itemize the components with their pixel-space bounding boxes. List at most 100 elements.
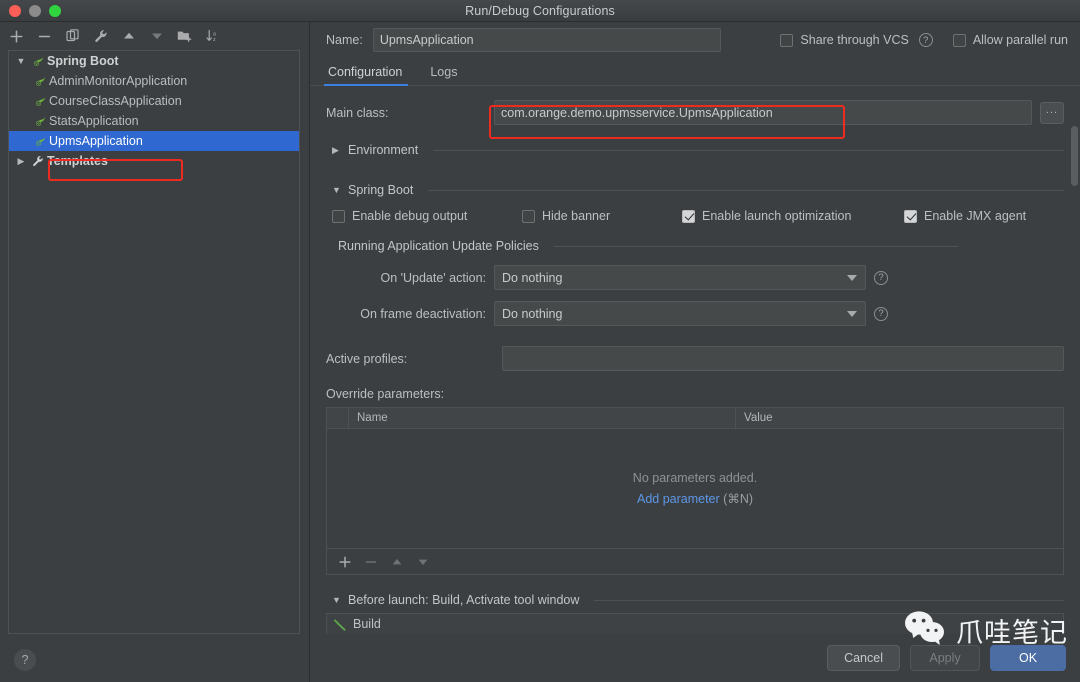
build-hammer-icon: [333, 618, 346, 631]
title-bar: Run/Debug Configurations: [0, 0, 1080, 22]
checkbox-box[interactable]: [682, 209, 695, 223]
remove-configuration-button[interactable]: [36, 28, 53, 45]
column-header-name[interactable]: Name: [349, 408, 736, 428]
spring-boot-icon: [31, 75, 49, 88]
add-parameter-link[interactable]: Add parameter: [637, 492, 720, 506]
add-parameter-button[interactable]: [339, 555, 351, 568]
hide-banner-label: Hide banner: [542, 209, 611, 223]
tree-item-adminmonitorapplication[interactable]: AdminMonitorApplication: [9, 71, 299, 91]
name-label: Name:: [326, 33, 363, 47]
copy-configuration-button[interactable]: [64, 28, 81, 45]
ok-button[interactable]: OK: [990, 645, 1066, 671]
content-scrollbar[interactable]: [1071, 118, 1078, 626]
wrench-icon[interactable]: [92, 28, 109, 45]
on-update-action-select[interactable]: Do nothing: [494, 265, 866, 290]
tree-item-statsapplication[interactable]: StatsApplication: [9, 111, 299, 131]
share-through-vcs-checkbox[interactable]: Share through VCS: [780, 33, 909, 47]
checkbox-box[interactable]: [904, 209, 917, 223]
chevron-down-icon[interactable]: [847, 274, 857, 281]
environment-section[interactable]: ▶ Environment: [326, 143, 1064, 157]
main-class-input[interactable]: com.orange.demo.upmsservice.UpmsApplicat…: [494, 100, 1032, 125]
wrench-icon: [29, 155, 47, 167]
spring-boot-section-label: Spring Boot: [348, 183, 414, 197]
override-parameters-label: Override parameters:: [326, 387, 445, 401]
add-parameter-shortcut: (⌘N): [723, 492, 754, 506]
spring-boot-options-row: Enable debug output Hide banner Enable l…: [326, 209, 1064, 223]
update-policies-section: Running Application Update Policies: [326, 239, 1064, 253]
before-launch-section[interactable]: ▼ Before launch: Build, Activate tool wi…: [326, 593, 1064, 607]
separator: [433, 149, 1064, 151]
on-frame-deactivation-row: On frame deactivation: Do nothing ?: [326, 301, 1064, 326]
update-policies-label: Running Application Update Policies: [338, 239, 539, 253]
main-class-browse-button[interactable]: ...: [1040, 101, 1064, 124]
chevron-down-icon[interactable]: ▼: [332, 185, 341, 195]
separator: [428, 189, 1064, 191]
on-frame-deactivation-help-icon[interactable]: ?: [874, 306, 888, 321]
allow-parallel-run-checkbox[interactable]: Allow parallel run: [952, 33, 1068, 47]
environment-label: Environment: [348, 143, 419, 157]
chevron-right-icon[interactable]: ▶: [332, 145, 341, 156]
tree-item-label: StatsApplication: [49, 114, 139, 128]
chevron-down-icon[interactable]: ▼: [332, 595, 341, 605]
column-header-value[interactable]: Value: [736, 408, 1063, 428]
hide-banner-checkbox[interactable]: Hide banner: [522, 209, 682, 223]
enable-launch-optimization-checkbox[interactable]: Enable launch optimization: [682, 209, 904, 223]
on-frame-deactivation-value: Do nothing: [502, 306, 563, 321]
move-up-button[interactable]: [120, 28, 137, 45]
move-parameter-down-button[interactable]: [417, 556, 429, 568]
table-corner-cell: [327, 408, 349, 428]
scrollbar-thumb[interactable]: [1071, 126, 1078, 186]
move-down-button[interactable]: [148, 28, 165, 45]
checkbox-box[interactable]: [332, 209, 345, 223]
help-button[interactable]: ?: [14, 649, 36, 671]
chevron-right-icon[interactable]: ▶: [13, 156, 29, 167]
remove-parameter-button[interactable]: [365, 556, 377, 568]
on-update-action-value: Do nothing: [502, 270, 563, 285]
configurations-tree[interactable]: ▼ Spring Boot AdminMonitorApplication Co…: [8, 50, 300, 634]
svg-text:z: z: [213, 37, 216, 43]
tree-item-label: Spring Boot: [47, 54, 119, 68]
active-profiles-input[interactable]: [502, 346, 1064, 371]
share-through-vcs-label: Share through VCS: [800, 33, 909, 47]
sort-az-icon[interactable]: az: [204, 28, 221, 45]
active-profiles-label: Active profiles:: [326, 351, 408, 366]
on-update-action-row: On 'Update' action: Do nothing ?: [326, 265, 1064, 290]
before-launch-item-label: Build: [353, 617, 381, 631]
table-header: Name Value: [327, 408, 1063, 429]
on-update-action-label: On 'Update' action:: [380, 270, 486, 285]
add-configuration-button[interactable]: [8, 28, 25, 45]
tree-item-upmsapplication[interactable]: UpmsApplication: [9, 131, 299, 151]
chevron-down-icon[interactable]: ▼: [13, 56, 29, 66]
on-update-action-help-icon[interactable]: ?: [874, 270, 888, 285]
chevron-down-icon[interactable]: [847, 310, 857, 317]
spring-boot-icon: [31, 95, 49, 108]
name-input[interactable]: UpmsApplication: [372, 28, 721, 52]
tree-item-label: UpmsApplication: [49, 134, 143, 148]
checkbox-box[interactable]: [952, 33, 966, 47]
main-class-label: Main class:: [326, 105, 389, 120]
tree-group-templates[interactable]: ▶ Templates: [9, 151, 299, 171]
share-help-icon[interactable]: ?: [918, 33, 933, 47]
override-parameters-table[interactable]: Name Value No parameters added. Add para…: [326, 407, 1064, 575]
on-frame-deactivation-select[interactable]: Do nothing: [494, 301, 866, 326]
spring-boot-section[interactable]: ▼ Spring Boot: [326, 183, 1064, 197]
tree-item-courseclassapplication[interactable]: CourseClassApplication: [9, 91, 299, 111]
enable-debug-output-checkbox[interactable]: Enable debug output: [332, 209, 522, 223]
active-profiles-row: Active profiles:: [326, 346, 1064, 371]
before-launch-item-build[interactable]: Build: [326, 613, 1064, 634]
allow-parallel-run-label: Allow parallel run: [972, 33, 1068, 47]
cancel-button[interactable]: Cancel: [827, 645, 900, 671]
tree-item-label: Templates: [47, 154, 108, 168]
tree-group-spring-boot[interactable]: ▼ Spring Boot: [9, 51, 299, 71]
folder-add-icon[interactable]: [176, 28, 193, 45]
add-parameter-row: Add parameter (⌘N): [637, 491, 753, 506]
run-debug-configurations-dialog: Run/Debug Configurations a z ▼ Spring Bo…: [0, 0, 1080, 682]
move-parameter-up-button[interactable]: [391, 556, 403, 568]
enable-jmx-agent-checkbox[interactable]: Enable JMX agent: [904, 209, 1026, 223]
apply-button[interactable]: Apply: [910, 645, 980, 671]
checkbox-box[interactable]: [780, 33, 794, 47]
spring-boot-icon: [31, 115, 49, 128]
checkbox-box[interactable]: [522, 209, 535, 223]
tab-configuration[interactable]: Configuration: [323, 65, 412, 86]
tab-logs[interactable]: Logs: [428, 65, 467, 85]
